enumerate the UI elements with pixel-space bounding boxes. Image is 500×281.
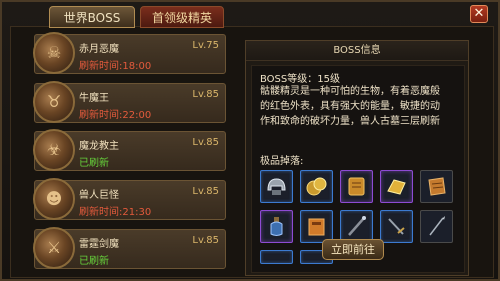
- drop-slot[interactable]: [420, 170, 453, 203]
- book-icon: [308, 218, 325, 236]
- tab-world-boss[interactable]: 世界BOSS: [49, 6, 135, 28]
- drop-slot[interactable]: [260, 250, 293, 264]
- gold-coins-icon: [306, 177, 327, 196]
- boss-name: 牛魔王: [79, 93, 109, 104]
- drop-slot[interactable]: [380, 170, 413, 203]
- bull-demon-king-avatar: ♉: [33, 81, 75, 123]
- boss-name: 赤月恶魔: [79, 44, 119, 55]
- boss-description: 骷髅精灵是一种可怕的生物，有着恶魔般 的红色外表，具有强大的能量，敏捷的动 作和…: [260, 84, 460, 129]
- spear-icon: [429, 216, 445, 236]
- boss-level-text: BOSS等级：15级: [260, 74, 340, 85]
- boss-level: Lv.85: [192, 137, 219, 148]
- drop-slot[interactable]: [380, 210, 413, 243]
- red-moon-demon-avatar: ☠: [33, 32, 75, 74]
- boss-level: Lv.85: [192, 89, 219, 100]
- thunder-sword-demon-avatar: ⚔: [33, 227, 75, 269]
- potion-bottle-icon: [270, 217, 283, 236]
- helmet-icon: [267, 178, 286, 195]
- sword-icon: [388, 218, 405, 235]
- boss-item-chiyue[interactable]: ☠ 赤月恶魔 Lv.75 刷新时间:18:00: [33, 32, 226, 74]
- drop-slot[interactable]: [260, 210, 293, 243]
- orc-giant-avatar: ☻: [33, 178, 75, 220]
- boss-name: 雷霆剑魔: [79, 239, 119, 250]
- boss-item-shourenjuguai[interactable]: ☻ 兽人巨怪 Lv.85 刷新时间:21:30: [33, 178, 226, 220]
- close-button[interactable]: ✕: [470, 5, 488, 23]
- boss-info-title: BOSS信息: [246, 41, 468, 61]
- dragon-cult-leader-avatar: ☣: [33, 129, 75, 171]
- boss-refresh-status: 已刷新: [79, 158, 109, 169]
- staff-icon: [348, 216, 366, 236]
- map-scroll-icon: [428, 177, 446, 196]
- boss-item-molongjiaozhu[interactable]: ☣ 魔龙教主 Lv.85 已刷新: [33, 129, 226, 171]
- drop-slot[interactable]: [260, 170, 293, 203]
- world-boss-window: 世界BOSS 首领级精英 ✕ ☠ 赤月恶魔 Lv.75 刷新时间:18:00 ♉…: [0, 0, 500, 281]
- drop-slot[interactable]: [340, 170, 373, 203]
- description-line: 作和致命的破坏力量，兽人古墓三层刷新: [260, 116, 440, 127]
- drop-slot[interactable]: [420, 210, 453, 243]
- boss-name: 魔龙教主: [79, 141, 119, 152]
- boss-level: Lv.75: [192, 40, 219, 51]
- boss-refresh-status: 刷新时间:18:00: [79, 61, 152, 72]
- description-line: 的红色外表，具有强大的能量，敏捷的动: [260, 101, 440, 112]
- gold-treasure-icon: [387, 179, 406, 195]
- close-icon: ✕: [473, 6, 485, 21]
- boss-refresh-status: 刷新时间:21:30: [79, 207, 152, 218]
- boss-refresh-status: 已刷新: [79, 256, 109, 267]
- description-line: 骷髅精灵是一种可怕的生物，有着恶魔般: [260, 86, 440, 97]
- boss-item-niumowang[interactable]: ♉ 牛魔王 Lv.85 刷新时间:22:00: [33, 81, 226, 123]
- boss-level: Lv.85: [192, 186, 219, 197]
- tab-elite-boss[interactable]: 首领级精英: [140, 6, 224, 28]
- boss-refresh-status: 刷新时间:22:00: [79, 110, 152, 121]
- go-now-button[interactable]: 立即前往: [322, 239, 384, 260]
- boss-item-leitingjianmo[interactable]: ⚔ 雷霆剑魔 Lv.85 已刷新: [33, 227, 226, 269]
- scroll-icon: [348, 177, 365, 196]
- boss-level: Lv.85: [192, 235, 219, 246]
- drops-title: 极品掉落:: [260, 156, 304, 167]
- drop-slot[interactable]: [300, 170, 333, 203]
- boss-name: 兽人巨怪: [79, 190, 119, 201]
- boss-list[interactable]: ☠ 赤月恶魔 Lv.75 刷新时间:18:00 ♉ 牛魔王 Lv.85 刷新时间…: [14, 32, 230, 280]
